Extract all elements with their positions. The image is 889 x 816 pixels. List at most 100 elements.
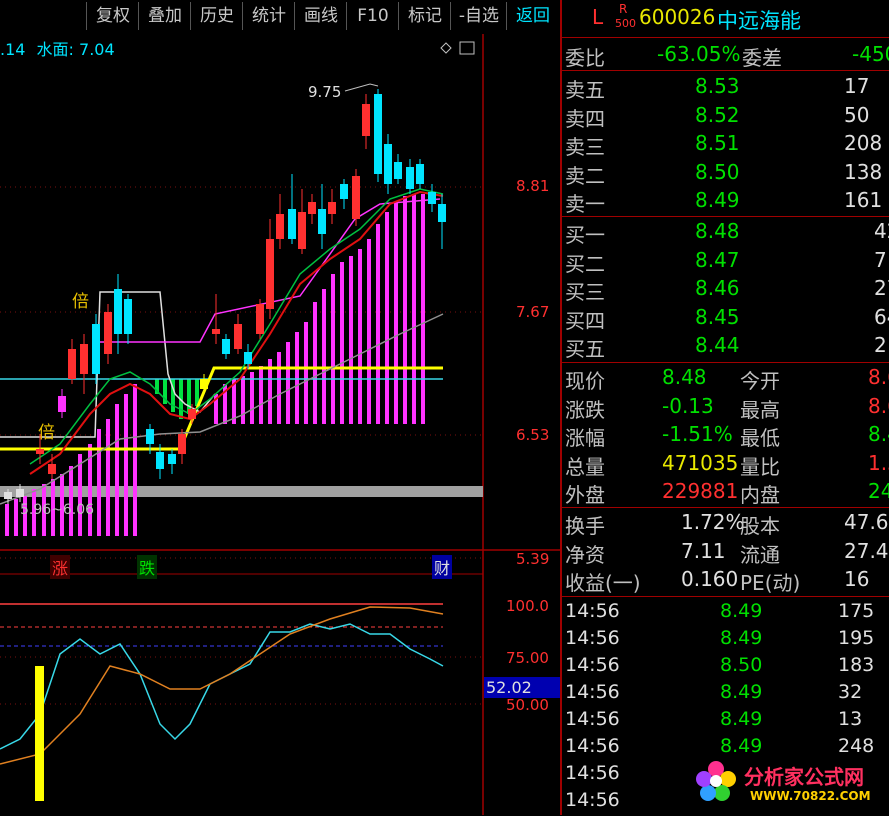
magenta-bar xyxy=(97,429,101,536)
candle-body xyxy=(36,449,44,454)
fund-label: 换手 xyxy=(565,514,605,538)
bid-price: 8.47 xyxy=(695,247,740,272)
tick-row: 14:56 8.49 13 xyxy=(562,708,889,735)
tick-time: 14:56 xyxy=(565,600,620,622)
stat-value: 8.4 xyxy=(868,422,889,446)
separator xyxy=(562,70,889,71)
ratio-value: -63.05% xyxy=(657,42,741,66)
window-toggle-icon[interactable] xyxy=(459,41,475,55)
candle-body xyxy=(68,349,76,379)
stat-value: 8.6 xyxy=(868,393,889,418)
magenta-bar xyxy=(277,352,281,424)
magenta-bar xyxy=(286,342,290,424)
bid-level-label: 买三 xyxy=(565,280,605,304)
osc-current-value: 52.02 xyxy=(484,677,562,698)
ask-price: 8.52 xyxy=(695,102,740,127)
bid-level-label: 买一 xyxy=(565,223,605,247)
candle-body xyxy=(374,94,382,174)
magenta-bar xyxy=(340,262,344,424)
kline-chart[interactable] xyxy=(0,34,560,815)
fund-row: 换手 1.72% 股本 47.6 xyxy=(562,510,889,538)
fuquan-button[interactable]: 复权 xyxy=(86,2,139,30)
candle-body xyxy=(328,202,336,214)
candle-body xyxy=(212,329,220,334)
f10-button[interactable]: F10 xyxy=(346,2,399,30)
r-flag: R xyxy=(619,2,628,16)
fund-value: 27.4 xyxy=(844,538,889,563)
up-badge[interactable]: 涨 xyxy=(50,555,71,579)
bid-level-label: 买二 xyxy=(565,251,605,276)
ask-price: 8.53 xyxy=(695,74,740,98)
bid-row: 买二 8.47 7 xyxy=(562,248,889,276)
stat-label: 外盘 xyxy=(565,483,605,507)
fund-label: 净资 xyxy=(565,542,605,567)
back-button[interactable]: 返回 xyxy=(506,2,559,30)
statistics-button[interactable]: 统计 xyxy=(242,2,295,30)
diamond-icon[interactable] xyxy=(440,42,452,54)
candle-body xyxy=(416,164,424,184)
stock-header: L R 500 600026 中远海能 xyxy=(562,2,889,37)
osc-fast-line xyxy=(0,623,444,750)
stat-value: 229881 xyxy=(662,479,739,503)
bid-volume: 2 xyxy=(874,333,887,357)
down-badge[interactable]: 跌 xyxy=(137,555,158,579)
magenta-bar xyxy=(241,376,245,424)
low-range-label: 5.96~6.06 xyxy=(20,502,95,518)
candle-body xyxy=(256,304,264,334)
separator xyxy=(562,37,889,38)
bei-marker-2: 倍 xyxy=(38,423,55,443)
tick-time: 14:56 xyxy=(565,789,620,811)
stat-row: 现价 8.48 今开 8.6 xyxy=(562,365,889,393)
ask-level-label: 卖三 xyxy=(565,135,605,159)
candle-body xyxy=(318,209,326,234)
remove-watchlist-button[interactable]: -自选 xyxy=(450,2,507,30)
green-bar xyxy=(187,379,191,414)
candle-body xyxy=(428,192,436,204)
fund-label: 股本 xyxy=(740,514,780,538)
tick-time: 14:56 xyxy=(565,735,620,757)
watermark: 分析家公式网 WWW.70822.COM xyxy=(694,755,884,810)
magenta-bar xyxy=(367,239,371,424)
l-flag: L xyxy=(592,5,604,29)
stock-name: 中远海能 xyxy=(717,9,801,33)
candle-body xyxy=(384,144,392,184)
tick-volume: 248 xyxy=(838,735,875,757)
stat-label: 今开 xyxy=(740,369,780,393)
fund-row: 净资 7.11 流通 27.4 xyxy=(562,539,889,567)
magenta-bar xyxy=(403,196,407,424)
indicator-legend: .14 水面: 7.04 xyxy=(0,36,115,60)
magenta-bar xyxy=(349,256,353,424)
candle-body xyxy=(188,409,196,419)
tick-row: 14:56 8.50 183 xyxy=(562,654,889,681)
osc-yellow-signal xyxy=(35,666,44,801)
overlay-button[interactable]: 叠加 xyxy=(138,2,191,30)
candle-body xyxy=(244,352,252,364)
bid-level-label: 买四 xyxy=(565,308,605,333)
stat-label: 量比 xyxy=(740,454,780,479)
magenta-bar xyxy=(106,419,110,536)
fund-label: PE(动) xyxy=(740,571,801,595)
stat-label: 最高 xyxy=(740,397,780,422)
tick-row: 14:56 8.49 175 xyxy=(562,600,889,627)
separator xyxy=(562,216,889,217)
order-ratio-row: 委比 -63.05% 委差 -450 xyxy=(562,42,889,70)
finance-badge[interactable]: 财 xyxy=(432,555,453,579)
draw-line-button[interactable]: 画线 xyxy=(294,2,347,30)
history-button[interactable]: 历史 xyxy=(190,2,243,30)
magenta-bar xyxy=(115,404,119,536)
candle-body xyxy=(146,429,154,444)
fund-value: 7.11 xyxy=(681,538,726,563)
price-axis-label: 7.67 xyxy=(516,303,550,321)
candle-body xyxy=(308,202,316,214)
stat-label: 涨幅 xyxy=(565,426,605,450)
ask-row: 卖四 8.52 50 xyxy=(562,103,889,131)
candle-body xyxy=(48,464,56,474)
candle-body xyxy=(288,209,296,239)
watermark-title: 分析家公式网 xyxy=(744,765,864,789)
ask-level-label: 卖五 xyxy=(565,78,605,102)
mark-button[interactable]: 标记 xyxy=(398,2,451,30)
ask-volume: 208 xyxy=(844,131,883,155)
candle-body xyxy=(266,239,274,309)
ask-volume: 50 xyxy=(844,102,870,127)
magenta-bar xyxy=(358,249,362,424)
